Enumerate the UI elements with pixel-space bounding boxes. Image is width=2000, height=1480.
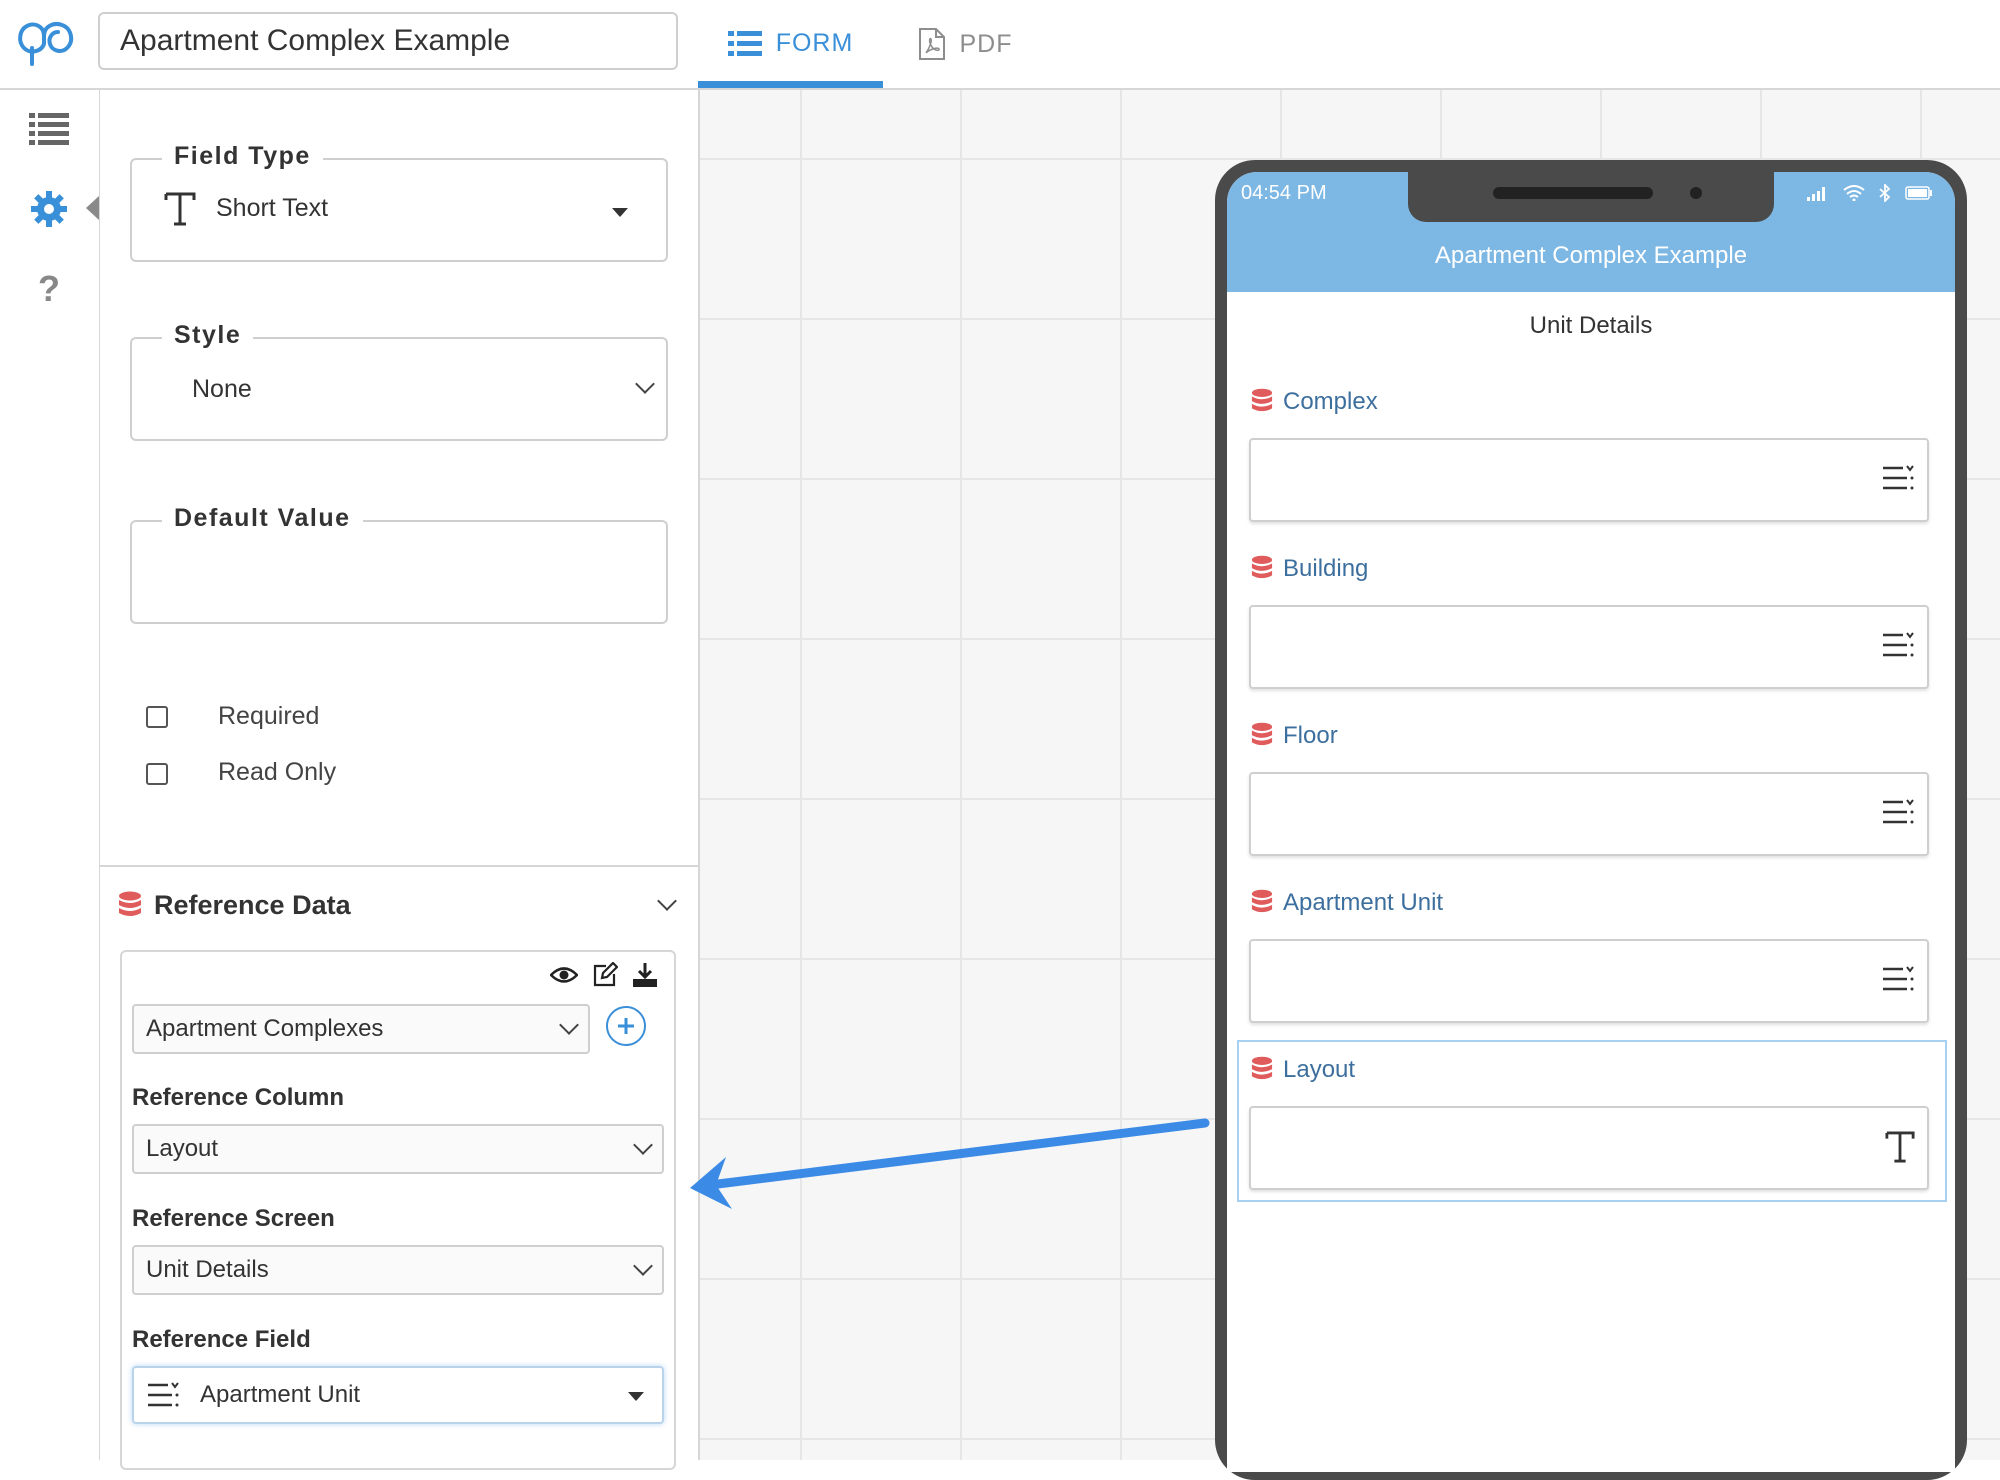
download-icon[interactable] — [632, 962, 658, 988]
field-type-select[interactable]: Field Type Short Text — [130, 142, 668, 262]
active-pointer-icon — [86, 196, 99, 220]
text-type-icon — [164, 192, 196, 226]
phone-notch — [1408, 172, 1774, 222]
reference-screen-select[interactable]: Unit Details — [132, 1245, 664, 1295]
read-only-checkbox[interactable] — [146, 763, 168, 785]
complex-label-text: Complex — [1283, 388, 1378, 415]
tab-form[interactable]: FORM — [698, 0, 883, 88]
eye-icon[interactable] — [550, 966, 578, 984]
dropdown-list-icon — [1883, 465, 1914, 490]
section-divider — [100, 865, 698, 867]
gear-icon[interactable] — [26, 186, 72, 232]
apartment-unit-label: Apartment Unit — [1251, 889, 1443, 917]
field-type-legend: Field Type — [162, 142, 323, 171]
tab-pdf-label: PDF — [959, 29, 1013, 58]
field-type-value: Short Text — [216, 194, 329, 222]
form-title-input[interactable] — [98, 12, 678, 70]
required-checkbox[interactable] — [146, 706, 168, 728]
database-icon — [1251, 1056, 1273, 1080]
default-value-legend: Default Value — [162, 504, 363, 533]
signal-icon — [1807, 187, 1825, 201]
chevron-down-icon[interactable] — [657, 891, 677, 911]
settings-panel: Field Type Short Text Style None Default… — [100, 90, 700, 1470]
apartment-unit-input[interactable] — [1249, 939, 1929, 1023]
text-type-icon — [1885, 1131, 1915, 1163]
chevron-down-icon — [633, 1256, 653, 1276]
status-time: 04:54 PM — [1241, 182, 1327, 204]
dropdown-list-icon — [148, 1382, 179, 1407]
tab-form-label: FORM — [775, 29, 854, 57]
app-logo-icon[interactable] — [14, 18, 84, 68]
style-legend: Style — [162, 321, 254, 350]
chevron-down-icon — [635, 374, 655, 394]
wifi-icon — [1843, 185, 1865, 201]
dataset-select[interactable]: Apartment Complexes — [132, 1004, 590, 1054]
database-icon — [1251, 889, 1273, 913]
database-icon — [1251, 388, 1273, 412]
reference-data-title: Reference Data — [154, 890, 351, 920]
tab-pdf[interactable]: PDF — [905, 0, 1025, 88]
database-icon — [1251, 722, 1273, 746]
read-only-label: Read Only — [218, 758, 337, 786]
battery-icon — [1905, 186, 1932, 200]
reference-toolbar — [550, 962, 658, 988]
annotation-arrow-icon — [690, 1118, 1210, 1209]
reference-column-select[interactable]: Layout — [132, 1124, 664, 1174]
floor-label-text: Floor — [1283, 722, 1338, 749]
add-dataset-button[interactable] — [606, 1006, 646, 1046]
edit-icon[interactable] — [592, 962, 618, 988]
pdf-icon — [918, 28, 945, 60]
complex-label: Complex — [1251, 388, 1378, 416]
dropdown-list-icon — [1883, 632, 1914, 657]
chevron-down-icon — [559, 1015, 579, 1035]
reference-screen-label: Reference Screen — [132, 1205, 335, 1232]
dropdown-list-icon — [1883, 966, 1914, 991]
database-icon — [1251, 555, 1273, 579]
database-icon — [119, 891, 141, 916]
dataset-value: Apartment Complexes — [146, 1015, 384, 1042]
caret-down-icon — [628, 1392, 644, 1401]
plus-icon — [618, 1018, 634, 1034]
phone-screen: 04:54 PM Apartment Complex Example Unit … — [1227, 172, 1955, 1472]
top-bar: FORM PDF — [0, 0, 2000, 90]
required-label: Required — [218, 702, 320, 730]
floor-input[interactable] — [1249, 772, 1929, 856]
layout-label-text: Layout — [1283, 1056, 1356, 1083]
floor-label: Floor — [1251, 722, 1338, 750]
status-icons — [1807, 184, 1933, 202]
reference-data-header[interactable]: Reference Data — [118, 890, 351, 921]
apartment-unit-label-text: Apartment Unit — [1283, 889, 1444, 916]
chevron-down-icon — [633, 1135, 653, 1155]
building-input[interactable] — [1249, 605, 1929, 689]
help-icon[interactable]: ? — [26, 266, 72, 312]
style-value: None — [192, 375, 252, 403]
style-select[interactable]: Style None — [130, 321, 668, 441]
building-label-text: Building — [1283, 555, 1369, 582]
phone-header: 04:54 PM Apartment Complex Example — [1227, 172, 1955, 292]
app-title: Apartment Complex Example — [1434, 242, 1748, 269]
default-value-field[interactable]: Default Value — [130, 504, 668, 624]
screen-title: Unit Details — [1529, 312, 1653, 339]
bluetooth-icon — [1879, 184, 1891, 202]
complex-input[interactable] — [1249, 438, 1929, 522]
caret-down-icon — [612, 208, 628, 217]
building-label: Building — [1251, 555, 1368, 583]
camera-icon — [1690, 187, 1702, 199]
reference-field-label: Reference Field — [132, 1326, 311, 1353]
speaker-icon — [1493, 187, 1653, 199]
reference-column-value: Layout — [146, 1135, 219, 1162]
reference-data-box: Apartment Complexes Reference Column Lay… — [120, 950, 676, 1470]
dropdown-list-icon — [1883, 799, 1914, 824]
reference-field-select[interactable]: Apartment Unit — [132, 1366, 664, 1424]
icon-rail: ? — [0, 90, 101, 1460]
reference-screen-value: Unit Details — [146, 1256, 269, 1283]
reference-column-label: Reference Column — [132, 1084, 345, 1111]
reference-field-value: Apartment Unit — [200, 1381, 361, 1408]
layout-input[interactable] — [1249, 1106, 1929, 1190]
list-icon — [727, 30, 762, 56]
layout-label: Layout — [1251, 1056, 1355, 1084]
list-icon[interactable] — [26, 106, 72, 152]
